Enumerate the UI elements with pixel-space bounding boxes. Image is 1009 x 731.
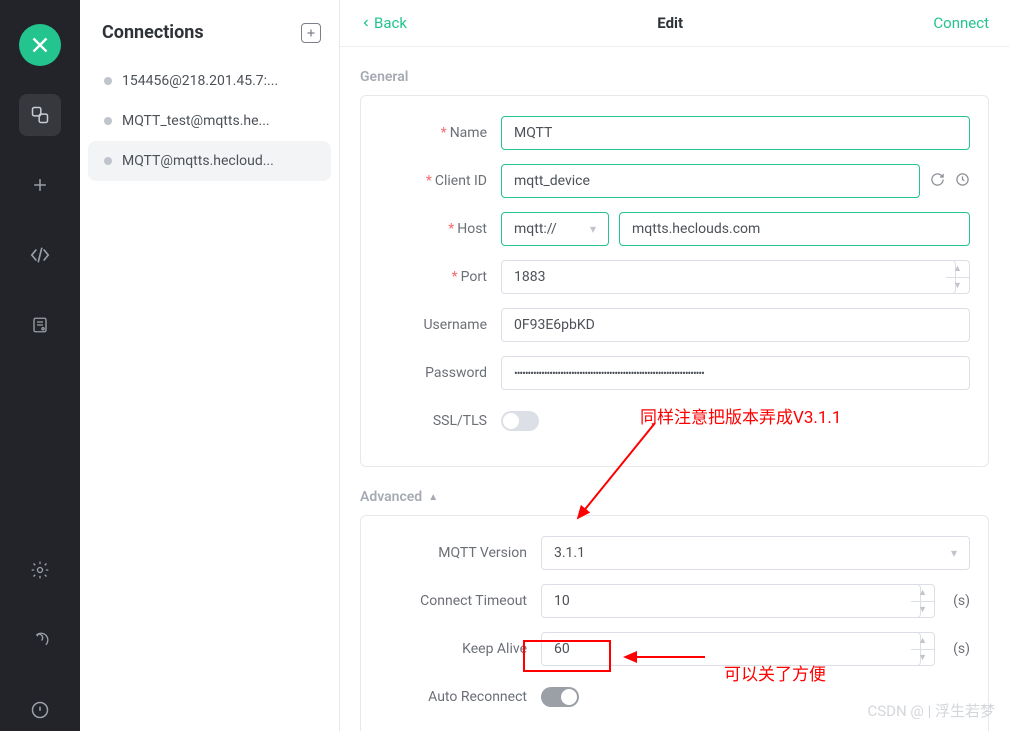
keepalive-label: Keep Alive: [462, 641, 527, 657]
username-label: Username: [423, 317, 487, 333]
status-dot-icon: [104, 157, 112, 165]
connection-item[interactable]: MQTT@mqtts.hecloud...: [88, 141, 331, 181]
password-label: Password: [425, 365, 487, 381]
port-label: Port: [461, 269, 487, 285]
autoreconnect-toggle[interactable]: [541, 687, 579, 707]
clientid-label: Client ID: [435, 173, 487, 189]
connections-title: Connections: [102, 22, 204, 43]
rail-db-icon[interactable]: [19, 304, 61, 346]
host-label: Host: [457, 221, 487, 237]
caret-up-icon: ▲: [428, 492, 438, 503]
seconds-suffix: (s): [953, 593, 970, 609]
chevron-left-icon: [360, 17, 372, 29]
autoreconnect-label: Auto Reconnect: [428, 689, 527, 705]
refresh-icon[interactable]: [930, 172, 945, 191]
keepalive-input[interactable]: [541, 632, 921, 666]
connect-button[interactable]: Connect: [933, 14, 989, 32]
connection-label: MQTT_test@mqtts.he...: [122, 113, 270, 129]
password-input[interactable]: [501, 356, 970, 390]
general-heading: General: [360, 69, 989, 85]
chevron-down-icon: ▾: [590, 222, 596, 236]
name-label: Name: [450, 125, 487, 141]
keepalive-stepper[interactable]: ▲▼: [911, 632, 935, 666]
ssltls-toggle[interactable]: [501, 411, 539, 431]
chevron-down-icon: ▾: [951, 546, 957, 560]
connection-item[interactable]: 154456@218.201.45.7:...: [88, 61, 331, 101]
page-title: Edit: [657, 14, 683, 32]
add-connection-button[interactable]: [301, 23, 321, 43]
app-logo: [19, 24, 61, 66]
status-dot-icon: [104, 117, 112, 125]
advanced-heading[interactable]: Advanced▲: [360, 489, 989, 505]
username-input[interactable]: [501, 308, 970, 342]
mqtt-version-select[interactable]: 3.1.1▾: [541, 536, 970, 570]
rail-script-icon[interactable]: [19, 234, 61, 276]
back-button[interactable]: Back: [360, 14, 407, 32]
rail-log-icon[interactable]: [19, 619, 61, 661]
seconds-suffix: (s): [953, 641, 970, 657]
mqtt-version-label: MQTT Version: [438, 545, 527, 561]
host-input[interactable]: [619, 212, 970, 246]
rail-new-icon[interactable]: [19, 164, 61, 206]
connection-label: MQTT@mqtts.hecloud...: [122, 153, 274, 169]
protocol-select[interactable]: mqtt://▾: [501, 212, 609, 246]
status-dot-icon: [104, 77, 112, 85]
clientid-input[interactable]: [501, 164, 920, 198]
timeout-stepper[interactable]: ▲▼: [911, 584, 935, 618]
port-stepper[interactable]: ▲▼: [946, 260, 970, 294]
connect-timeout-input[interactable]: [541, 584, 921, 618]
rail-about-icon[interactable]: [19, 689, 61, 731]
timestamp-icon[interactable]: [955, 172, 970, 191]
rail-connections-icon[interactable]: [19, 94, 61, 136]
connection-label: 154456@218.201.45.7:...: [122, 73, 278, 89]
timeout-label: Connect Timeout: [420, 593, 527, 609]
connection-item[interactable]: MQTT_test@mqtts.he...: [88, 101, 331, 141]
port-input[interactable]: [501, 260, 956, 294]
ssltls-label: SSL/TLS: [433, 413, 487, 429]
rail-settings-icon[interactable]: [19, 549, 61, 591]
name-input[interactable]: [501, 116, 970, 150]
